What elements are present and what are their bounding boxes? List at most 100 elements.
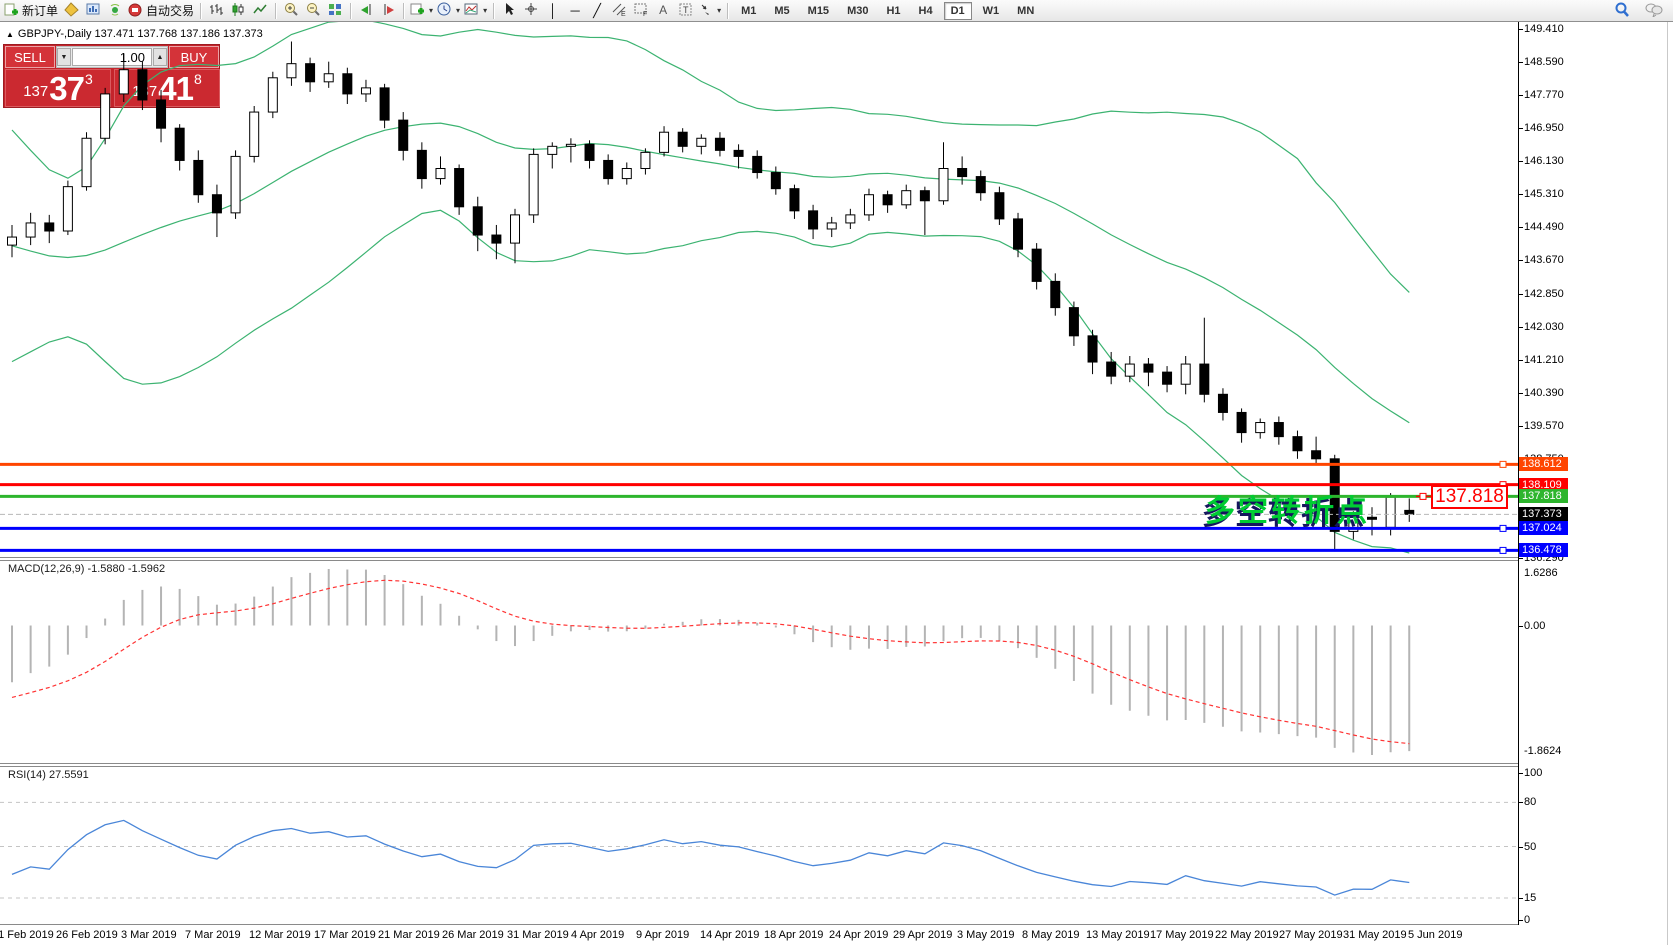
rsi-axis-label: 80	[1524, 796, 1536, 808]
axis-tick-label: 140.390	[1524, 387, 1564, 399]
text-label-tool-button[interactable]: T	[674, 1, 696, 21]
candle-body	[268, 78, 277, 112]
templates-button[interactable]: ▾	[462, 1, 489, 21]
macd-signal-line	[12, 580, 1409, 743]
main-price-chart[interactable]	[0, 22, 1518, 559]
candle-body	[1293, 437, 1302, 451]
axis-tick-label: 139.570	[1524, 420, 1564, 432]
axis-tick	[1518, 128, 1523, 129]
equidistant-channel-tool-button[interactable]: E	[608, 1, 630, 21]
tf-m1-button[interactable]: M1	[734, 2, 763, 20]
candle-body	[1181, 364, 1190, 384]
signals-button[interactable]	[104, 1, 126, 21]
candle-body	[883, 195, 892, 205]
candle-body	[790, 189, 799, 211]
axis-tick	[1518, 294, 1523, 295]
date-label: 21 Mar 2019	[378, 929, 440, 941]
market-watch-button[interactable]	[82, 1, 104, 21]
line-handle[interactable]	[1500, 547, 1506, 553]
candle-body	[175, 128, 184, 160]
candle-body	[436, 169, 445, 179]
date-label: 13 May 2019	[1086, 929, 1150, 941]
candle-body	[1125, 364, 1134, 376]
date-label: 31 May 2019	[1343, 929, 1407, 941]
tf-w1-button[interactable]: W1	[976, 2, 1007, 20]
axis-tick	[1518, 898, 1523, 899]
axis-tick-label: 149.410	[1524, 23, 1564, 35]
candle-body	[306, 64, 315, 82]
indicators-button[interactable]: ▾	[408, 1, 435, 21]
auto-scroll-button[interactable]	[355, 1, 377, 21]
candle-body	[399, 120, 408, 150]
candle-body	[82, 138, 91, 186]
date-label: 18 Apr 2019	[764, 929, 823, 941]
zoom-out-icon	[306, 2, 321, 20]
tile-windows-button[interactable]	[324, 1, 346, 21]
line-handle[interactable]	[1500, 461, 1506, 467]
axis-tick	[1518, 327, 1523, 328]
vertical-line-icon: │	[549, 4, 557, 17]
new-order-button[interactable]: 新订单	[2, 1, 60, 21]
axis-tick-label: 147.770	[1524, 89, 1564, 101]
candle-body	[455, 169, 464, 207]
crosshair-tool-button[interactable]	[520, 1, 542, 21]
axis-tick	[1518, 393, 1523, 394]
candle-body	[361, 88, 370, 94]
tf-m5-button[interactable]: M5	[767, 2, 796, 20]
chat-button[interactable]	[1643, 1, 1665, 21]
axis-tick	[1518, 773, 1523, 774]
candle-body	[585, 144, 594, 160]
axis-tick	[1518, 802, 1523, 803]
candlestick-chart-button[interactable]	[227, 1, 249, 21]
candle-body	[902, 191, 911, 205]
fibonacci-icon: F	[634, 2, 649, 20]
rsi-pane[interactable]	[0, 767, 1518, 924]
turning-point-annotation[interactable]: 多空转折点	[1205, 486, 1370, 530]
arrows-tool-button[interactable]: ▾	[696, 1, 723, 21]
zoom-out-button[interactable]	[302, 1, 324, 21]
autotrade-button[interactable]: 自动交易	[126, 1, 196, 21]
trendline-tool-button[interactable]: ╱	[586, 1, 608, 21]
candle-body	[231, 156, 240, 212]
price-callout-box[interactable]: 137.818	[1431, 485, 1508, 509]
history-center-button[interactable]	[60, 1, 82, 21]
callout-anchor-handle[interactable]	[1420, 493, 1426, 499]
periods-button[interactable]: ▾	[435, 1, 462, 21]
chart-shift-button[interactable]	[377, 1, 399, 21]
candle-body	[473, 207, 482, 235]
toolbar-separator	[200, 3, 201, 19]
search-button[interactable]	[1611, 1, 1633, 21]
date-label: 21 Feb 2019	[0, 929, 54, 941]
candle-body	[343, 74, 352, 94]
candle-body	[250, 112, 259, 156]
tf-mn-button[interactable]: MN	[1010, 2, 1041, 20]
candle-body	[1032, 249, 1041, 281]
toolbar-separator	[403, 3, 404, 19]
tf-h1-button[interactable]: H1	[879, 2, 907, 20]
line-chart-icon	[253, 2, 268, 20]
date-label: 27 May 2019	[1279, 929, 1343, 941]
rsi-axis-label: 15	[1524, 892, 1536, 904]
candle-body	[566, 144, 575, 146]
tf-d1-button[interactable]: D1	[944, 2, 972, 20]
candle-body	[324, 74, 333, 82]
vertical-line-tool-button[interactable]: │	[542, 1, 564, 21]
tf-m15-button[interactable]: M15	[801, 2, 836, 20]
macd-pane[interactable]	[0, 561, 1518, 763]
tf-m30-button[interactable]: M30	[840, 2, 875, 20]
tf-h4-button[interactable]: H4	[912, 2, 940, 20]
candle-body	[1069, 308, 1078, 336]
macd-histogram	[12, 569, 1409, 755]
timeframe-group: M1 M5 M15 M30 H1 H4 D1 W1 MN	[734, 2, 1041, 20]
candle-body	[995, 193, 1004, 219]
cursor-tool-button[interactable]	[498, 1, 520, 21]
bar-chart-button[interactable]	[205, 1, 227, 21]
line-chart-button[interactable]	[249, 1, 271, 21]
text-tool-button[interactable]: A	[652, 1, 674, 21]
hline-price-label: 136.478	[1519, 543, 1568, 557]
axis-tick-label: 146.950	[1524, 122, 1564, 134]
horizontal-line-tool-button[interactable]: ─	[564, 1, 586, 21]
line-handle[interactable]	[1500, 525, 1506, 531]
zoom-in-button[interactable]	[280, 1, 302, 21]
fibonacci-tool-button[interactable]: F	[630, 1, 652, 21]
